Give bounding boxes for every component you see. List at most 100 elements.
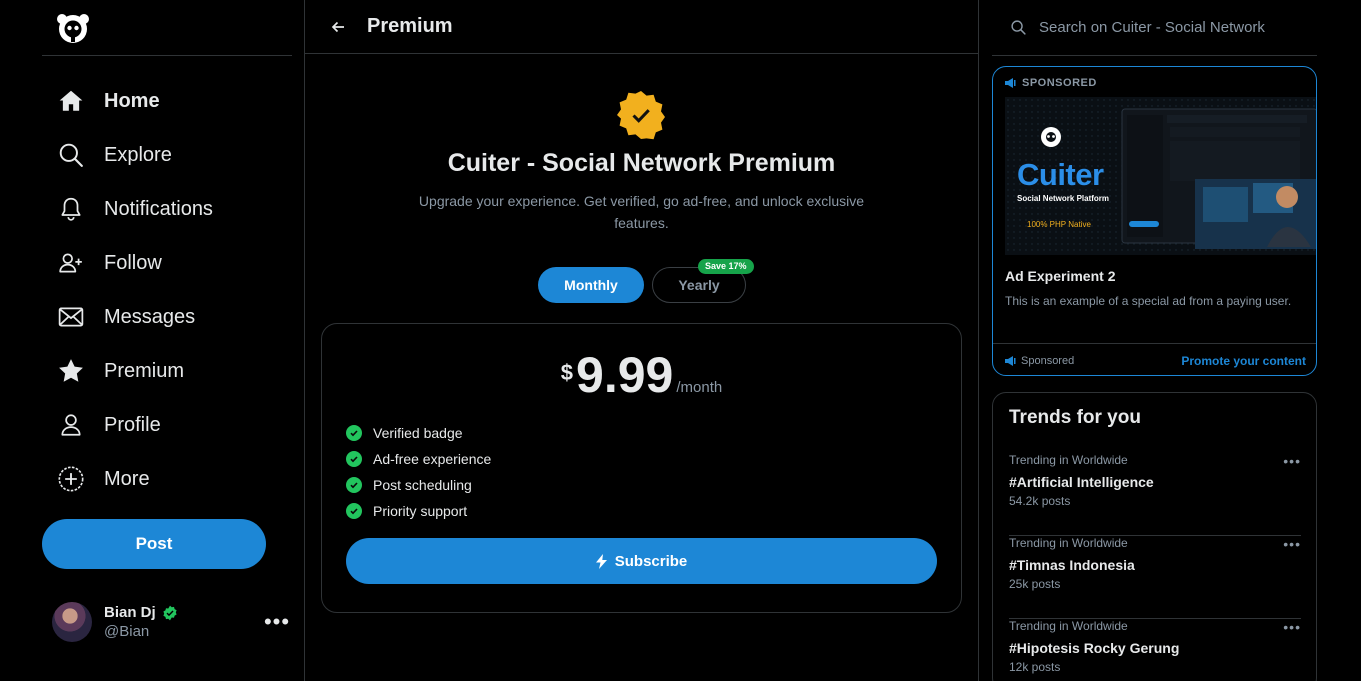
- envelope-icon: [56, 302, 86, 332]
- page-title: Premium: [367, 15, 453, 37]
- trend-count: 12k posts: [1009, 660, 1061, 674]
- price-row: $9.99/month: [322, 346, 961, 404]
- trend-item[interactable]: Trending in Worldwide #Hipotesis Rocky G…: [1009, 619, 1301, 681]
- ad-sponsored-label: Sponsored: [1021, 354, 1075, 367]
- ad-brand-text: Cuiter: [1017, 157, 1104, 192]
- sidebar-divider: [42, 55, 292, 56]
- save-badge: Save 17%: [698, 259, 754, 274]
- more-options-icon[interactable]: •••: [262, 609, 292, 635]
- trend-more-icon[interactable]: •••: [1283, 453, 1301, 469]
- lightning-icon: [595, 553, 607, 569]
- check-circle-icon: [346, 451, 362, 467]
- left-sidebar: Home Explore Notifications Follow Messag…: [0, 0, 304, 681]
- back-arrow-icon[interactable]: [331, 19, 347, 35]
- user-name: Bian Dj: [104, 604, 156, 621]
- post-button[interactable]: Post: [42, 519, 266, 569]
- home-icon: [56, 86, 86, 116]
- check-circle-icon: [346, 425, 362, 441]
- feature-label: Ad-free experience: [373, 451, 492, 467]
- user-info: Bian Dj @Bian: [104, 604, 262, 640]
- app-logo-icon[interactable]: [56, 12, 90, 46]
- trends-panel: Trends for you Trending in Worldwide #Ar…: [992, 392, 1317, 681]
- nav-item-follow[interactable]: Follow: [42, 236, 292, 290]
- premium-heading: Cuiter - Social Network Premium: [447, 149, 836, 177]
- feature-item: Ad-free experience: [346, 446, 491, 472]
- trends-title: Trends for you: [1009, 407, 1141, 428]
- bell-icon: [56, 194, 86, 224]
- sponsored-ad-card[interactable]: SPONSORED Cuiter Social Network Platform…: [992, 66, 1317, 376]
- nav-label-profile: Profile: [104, 413, 161, 436]
- feature-list: Verified badge Ad-free experience Post s…: [346, 420, 491, 524]
- user-name-row: Bian Dj: [104, 604, 262, 621]
- trend-count: 54.2k posts: [1009, 494, 1071, 508]
- account-switcher[interactable]: Bian Dj @Bian •••: [52, 601, 292, 643]
- avatar: [52, 602, 92, 642]
- nav-item-premium[interactable]: Premium: [42, 344, 292, 398]
- feature-label: Post scheduling: [373, 477, 472, 493]
- ad-title: Ad Experiment 2: [1005, 268, 1116, 284]
- premium-subtitle: Upgrade your experience. Get verified, g…: [418, 193, 865, 231]
- nav-label-messages: Messages: [104, 305, 196, 328]
- nav-item-messages[interactable]: Messages: [42, 290, 292, 344]
- nav-label-explore: Explore: [104, 143, 172, 166]
- trend-context: Trending in Worldwide: [1009, 453, 1128, 467]
- nav-item-profile[interactable]: Profile: [42, 398, 292, 452]
- star-icon: [56, 356, 86, 386]
- trend-item[interactable]: Trending in Worldwide #Timnas Indonesia …: [1009, 536, 1301, 619]
- ad-footer: Sponsored Promote your content: [993, 343, 1316, 375]
- feature-item: Priority support: [346, 498, 491, 524]
- ad-description: This is an example of a special ad from …: [1005, 294, 1292, 308]
- search-bar: [992, 0, 1317, 56]
- price-currency: $: [560, 360, 574, 385]
- trend-name: #Timnas Indonesia: [1009, 557, 1135, 573]
- user-handle: @Bian: [104, 623, 150, 640]
- billing-toggle-monthly[interactable]: Monthly: [538, 267, 644, 303]
- ad-brand-subtitle: Social Network Platform: [1017, 194, 1110, 203]
- price-value: 9.99: [576, 347, 674, 403]
- premium-badge-icon: [615, 89, 667, 141]
- app-layout: Home Explore Notifications Follow Messag…: [0, 0, 1361, 681]
- nav-label-follow: Follow: [104, 251, 162, 274]
- search-icon: [1010, 19, 1028, 37]
- trend-count: 25k posts: [1009, 577, 1061, 591]
- megaphone-icon: [1005, 355, 1017, 366]
- trend-more-icon[interactable]: •••: [1283, 619, 1301, 635]
- trend-context: Trending in Worldwide: [1009, 619, 1128, 633]
- nav-label-more: More: [104, 467, 150, 490]
- feature-label: Priority support: [373, 503, 468, 519]
- user-icon: [56, 410, 86, 440]
- nav-item-notifications[interactable]: Notifications: [42, 182, 292, 236]
- trend-item[interactable]: Trending in Worldwide #Artificial Intell…: [1009, 453, 1301, 536]
- ad-label: SPONSORED: [1022, 77, 1097, 89]
- nav-item-explore[interactable]: Explore: [42, 128, 292, 182]
- ad-label-row: SPONSORED: [1005, 77, 1097, 89]
- page-header: Premium: [305, 0, 978, 54]
- right-sidebar: SPONSORED: [980, 0, 1361, 681]
- check-circle-icon: [346, 503, 362, 519]
- trend-name: #Artificial Intelligence: [1009, 474, 1154, 490]
- subscribe-label: Subscribe: [614, 552, 688, 570]
- right-divider: [978, 0, 979, 681]
- plan-card: $9.99/month Verified badge Ad-free exper…: [321, 323, 962, 613]
- subscribe-button[interactable]: Subscribe: [346, 538, 937, 584]
- search-input[interactable]: [1039, 19, 1309, 36]
- ad-sponsored: Sponsored: [1005, 355, 1074, 367]
- trend-name: #Hipotesis Rocky Gerung: [1009, 640, 1180, 656]
- megaphone-icon: [1005, 78, 1017, 88]
- search-icon: [56, 140, 86, 170]
- ad-brand-note: 100% PHP Native: [1027, 220, 1091, 229]
- ad-image: Cuiter Social Network Platform 100% PHP …: [1005, 97, 1316, 255]
- nav-item-more[interactable]: More: [42, 452, 292, 506]
- nav-item-home[interactable]: Home: [42, 74, 292, 128]
- trend-context: Trending in Worldwide: [1009, 536, 1128, 550]
- nav-label-premium: Premium: [104, 359, 185, 382]
- trend-more-icon[interactable]: •••: [1283, 536, 1301, 552]
- feature-label: Verified badge: [373, 425, 463, 441]
- main-nav: Home Explore Notifications Follow Messag…: [42, 74, 292, 506]
- user-plus-icon: [56, 248, 86, 278]
- nav-label-home: Home: [104, 89, 160, 112]
- price-period: /month: [676, 379, 723, 396]
- promote-content-link[interactable]: Promote your content: [1181, 354, 1306, 368]
- verified-badge-icon: [162, 605, 178, 621]
- feature-item: Verified badge: [346, 420, 491, 446]
